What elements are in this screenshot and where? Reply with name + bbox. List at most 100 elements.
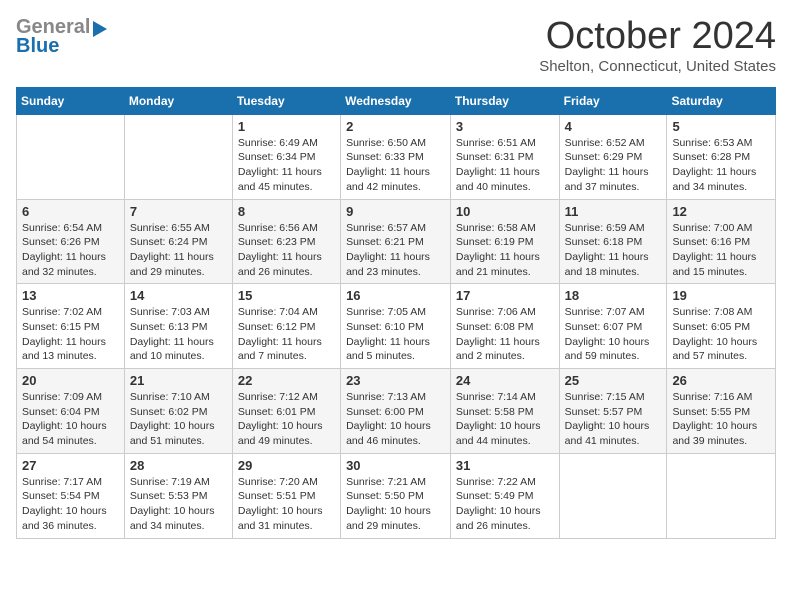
calendar-header-row: SundayMondayTuesdayWednesdayThursdayFrid… — [17, 87, 776, 114]
day-number: 6 — [22, 204, 119, 219]
page-header: General Blue October 2024 Shelton, Conne… — [16, 16, 776, 75]
week-row-4: 20Sunrise: 7:09 AMSunset: 6:04 PMDayligh… — [17, 369, 776, 454]
calendar-cell: 21 Sunrise: 7:10 AMSunset: 6:02 PMDayligh… — [124, 369, 232, 454]
day-number: 14 — [130, 288, 227, 303]
day-info: Sunrise: 6:57 AMSunset: 6:21 PMDaylight:… — [346, 221, 445, 280]
day-info: Sunrise: 6:58 AMSunset: 6:19 PMDaylight:… — [456, 221, 554, 280]
calendar-cell: 1Sunrise: 6:49 AMSunset: 6:34 PMDaylight… — [232, 114, 340, 199]
calendar-cell: 13 Sunrise: 7:02 AMSunset: 6:15 PMDayligh… — [17, 284, 125, 369]
day-number: 9 — [346, 204, 445, 219]
day-info: Sunrise: 7:02 AMSunset: 6:15 PMDaylight:… — [22, 305, 119, 364]
day-number: 31 — [456, 458, 554, 473]
day-number: 26 — [672, 373, 770, 388]
calendar-cell: 15 Sunrise: 7:04 AMSunset: 6:12 PMDayligh… — [232, 284, 340, 369]
calendar-cell — [124, 114, 232, 199]
day-number: 21 — [130, 373, 227, 388]
day-number: 13 — [22, 288, 119, 303]
logo: General Blue — [16, 16, 107, 58]
calendar-cell: 23Sunrise: 7:13 AMSunset: 6:00 PMDayligh… — [341, 369, 451, 454]
calendar-cell: 5Sunrise: 6:53 AMSunset: 6:28 PMDaylight… — [667, 114, 776, 199]
day-info: Sunrise: 6:59 AMSunset: 6:18 PMDaylight:… — [565, 221, 662, 280]
day-number: 2 — [346, 119, 445, 134]
week-row-3: 13 Sunrise: 7:02 AMSunset: 6:15 PMDayligh… — [17, 284, 776, 369]
column-header-monday: Monday — [124, 87, 232, 114]
day-info: Sunrise: 6:53 AMSunset: 6:28 PMDaylight:… — [672, 136, 770, 195]
day-number: 19 — [672, 288, 770, 303]
day-info: Sunrise: 6:54 AMSunset: 6:26 PMDaylight:… — [22, 221, 119, 280]
calendar-cell — [559, 453, 667, 538]
day-info: Sunrise: 6:55 AMSunset: 6:24 PMDaylight:… — [130, 221, 227, 280]
day-number: 20 — [22, 373, 119, 388]
day-info: Sunrise: 7:06 AMSunset: 6:08 PMDaylight:… — [456, 305, 554, 364]
day-number: 12 — [672, 204, 770, 219]
calendar-cell: 14 Sunrise: 7:03 AMSunset: 6:13 PMDayligh… — [124, 284, 232, 369]
day-info: Sunrise: 7:16 AMSunset: 5:55 PMDaylight:… — [672, 390, 770, 449]
column-header-saturday: Saturday — [667, 87, 776, 114]
day-info: Sunrise: 7:04 AMSunset: 6:12 PMDaylight:… — [238, 305, 335, 364]
calendar-cell: 19 Sunrise: 7:08 AMSunset: 6:05 PMDayligh… — [667, 284, 776, 369]
calendar-cell: 28Sunrise: 7:19 AMSunset: 5:53 PMDayligh… — [124, 453, 232, 538]
day-info: Sunrise: 7:17 AMSunset: 5:54 PMDaylight:… — [22, 475, 119, 534]
day-number: 11 — [565, 204, 662, 219]
calendar-cell: 12 Sunrise: 7:00 AMSunset: 6:16 PMDayligh… — [667, 199, 776, 284]
title-block: October 2024 Shelton, Connecticut, Unite… — [539, 16, 776, 75]
calendar-cell: 7 Sunrise: 6:55 AMSunset: 6:24 PMDaylight… — [124, 199, 232, 284]
day-number: 15 — [238, 288, 335, 303]
week-row-2: 6 Sunrise: 6:54 AMSunset: 6:26 PMDaylight… — [17, 199, 776, 284]
day-number: 4 — [565, 119, 662, 134]
calendar-cell: 30Sunrise: 7:21 AMSunset: 5:50 PMDayligh… — [341, 453, 451, 538]
day-info: Sunrise: 7:20 AMSunset: 5:51 PMDaylight:… — [238, 475, 335, 534]
day-number: 16 — [346, 288, 445, 303]
day-info: Sunrise: 7:21 AMSunset: 5:50 PMDaylight:… — [346, 475, 445, 534]
calendar-cell: 10 Sunrise: 6:58 AMSunset: 6:19 PMDayligh… — [450, 199, 559, 284]
day-info: Sunrise: 7:08 AMSunset: 6:05 PMDaylight:… — [672, 305, 770, 364]
calendar-cell: 9 Sunrise: 6:57 AMSunset: 6:21 PMDaylight… — [341, 199, 451, 284]
location: Shelton, Connecticut, United States — [539, 58, 776, 75]
day-number: 28 — [130, 458, 227, 473]
day-info: Sunrise: 7:00 AMSunset: 6:16 PMDaylight:… — [672, 221, 770, 280]
calendar-table: SundayMondayTuesdayWednesdayThursdayFrid… — [16, 87, 776, 539]
column-header-wednesday: Wednesday — [341, 87, 451, 114]
calendar-cell: 22 Sunrise: 7:12 AMSunset: 6:01 PMDayligh… — [232, 369, 340, 454]
month-title: October 2024 — [539, 16, 776, 58]
column-header-thursday: Thursday — [450, 87, 559, 114]
day-info: Sunrise: 6:49 AMSunset: 6:34 PMDaylight:… — [238, 136, 335, 195]
calendar-cell: 24Sunrise: 7:14 AMSunset: 5:58 PMDayligh… — [450, 369, 559, 454]
day-info: Sunrise: 7:12 AMSunset: 6:01 PMDaylight:… — [238, 390, 335, 449]
day-info: Sunrise: 7:07 AMSunset: 6:07 PMDaylight:… — [565, 305, 662, 364]
day-info: Sunrise: 7:13 AMSunset: 6:00 PMDaylight:… — [346, 390, 445, 449]
calendar-cell: 8 Sunrise: 6:56 AMSunset: 6:23 PMDaylight… — [232, 199, 340, 284]
week-row-5: 27Sunrise: 7:17 AMSunset: 5:54 PMDayligh… — [17, 453, 776, 538]
day-info: Sunrise: 7:22 AMSunset: 5:49 PMDaylight:… — [456, 475, 554, 534]
calendar-cell — [667, 453, 776, 538]
day-number: 29 — [238, 458, 335, 473]
day-number: 3 — [456, 119, 554, 134]
calendar-cell: 11 Sunrise: 6:59 AMSunset: 6:18 PMDayligh… — [559, 199, 667, 284]
column-header-tuesday: Tuesday — [232, 87, 340, 114]
calendar-cell: 29 Sunrise: 7:20 AMSunset: 5:51 PMDayligh… — [232, 453, 340, 538]
calendar-cell — [17, 114, 125, 199]
day-info: Sunrise: 7:14 AMSunset: 5:58 PMDaylight:… — [456, 390, 554, 449]
column-header-sunday: Sunday — [17, 87, 125, 114]
column-header-friday: Friday — [559, 87, 667, 114]
day-number: 17 — [456, 288, 554, 303]
day-info: Sunrise: 7:03 AMSunset: 6:13 PMDaylight:… — [130, 305, 227, 364]
day-number: 8 — [238, 204, 335, 219]
day-info: Sunrise: 7:10 AMSunset: 6:02 PMDaylight:… — [130, 390, 227, 449]
calendar-cell: 3 Sunrise: 6:51 AMSunset: 6:31 PMDaylight… — [450, 114, 559, 199]
day-number: 7 — [130, 204, 227, 219]
day-info: Sunrise: 7:15 AMSunset: 5:57 PMDaylight:… — [565, 390, 662, 449]
day-number: 10 — [456, 204, 554, 219]
day-info: Sunrise: 6:51 AMSunset: 6:31 PMDaylight:… — [456, 136, 554, 195]
day-info: Sunrise: 6:56 AMSunset: 6:23 PMDaylight:… — [238, 221, 335, 280]
week-row-1: 1Sunrise: 6:49 AMSunset: 6:34 PMDaylight… — [17, 114, 776, 199]
day-info: Sunrise: 7:05 AMSunset: 6:10 PMDaylight:… — [346, 305, 445, 364]
calendar-cell: 31 Sunrise: 7:22 AMSunset: 5:49 PMDayligh… — [450, 453, 559, 538]
calendar-cell: 17 Sunrise: 7:06 AMSunset: 6:08 PMDayligh… — [450, 284, 559, 369]
calendar-cell: 25Sunrise: 7:15 AMSunset: 5:57 PMDayligh… — [559, 369, 667, 454]
calendar-cell: 18Sunrise: 7:07 AMSunset: 6:07 PMDayligh… — [559, 284, 667, 369]
calendar-cell: 2Sunrise: 6:50 AMSunset: 6:33 PMDaylight… — [341, 114, 451, 199]
calendar-cell: 27Sunrise: 7:17 AMSunset: 5:54 PMDayligh… — [17, 453, 125, 538]
day-number: 22 — [238, 373, 335, 388]
calendar-cell: 6 Sunrise: 6:54 AMSunset: 6:26 PMDaylight… — [17, 199, 125, 284]
